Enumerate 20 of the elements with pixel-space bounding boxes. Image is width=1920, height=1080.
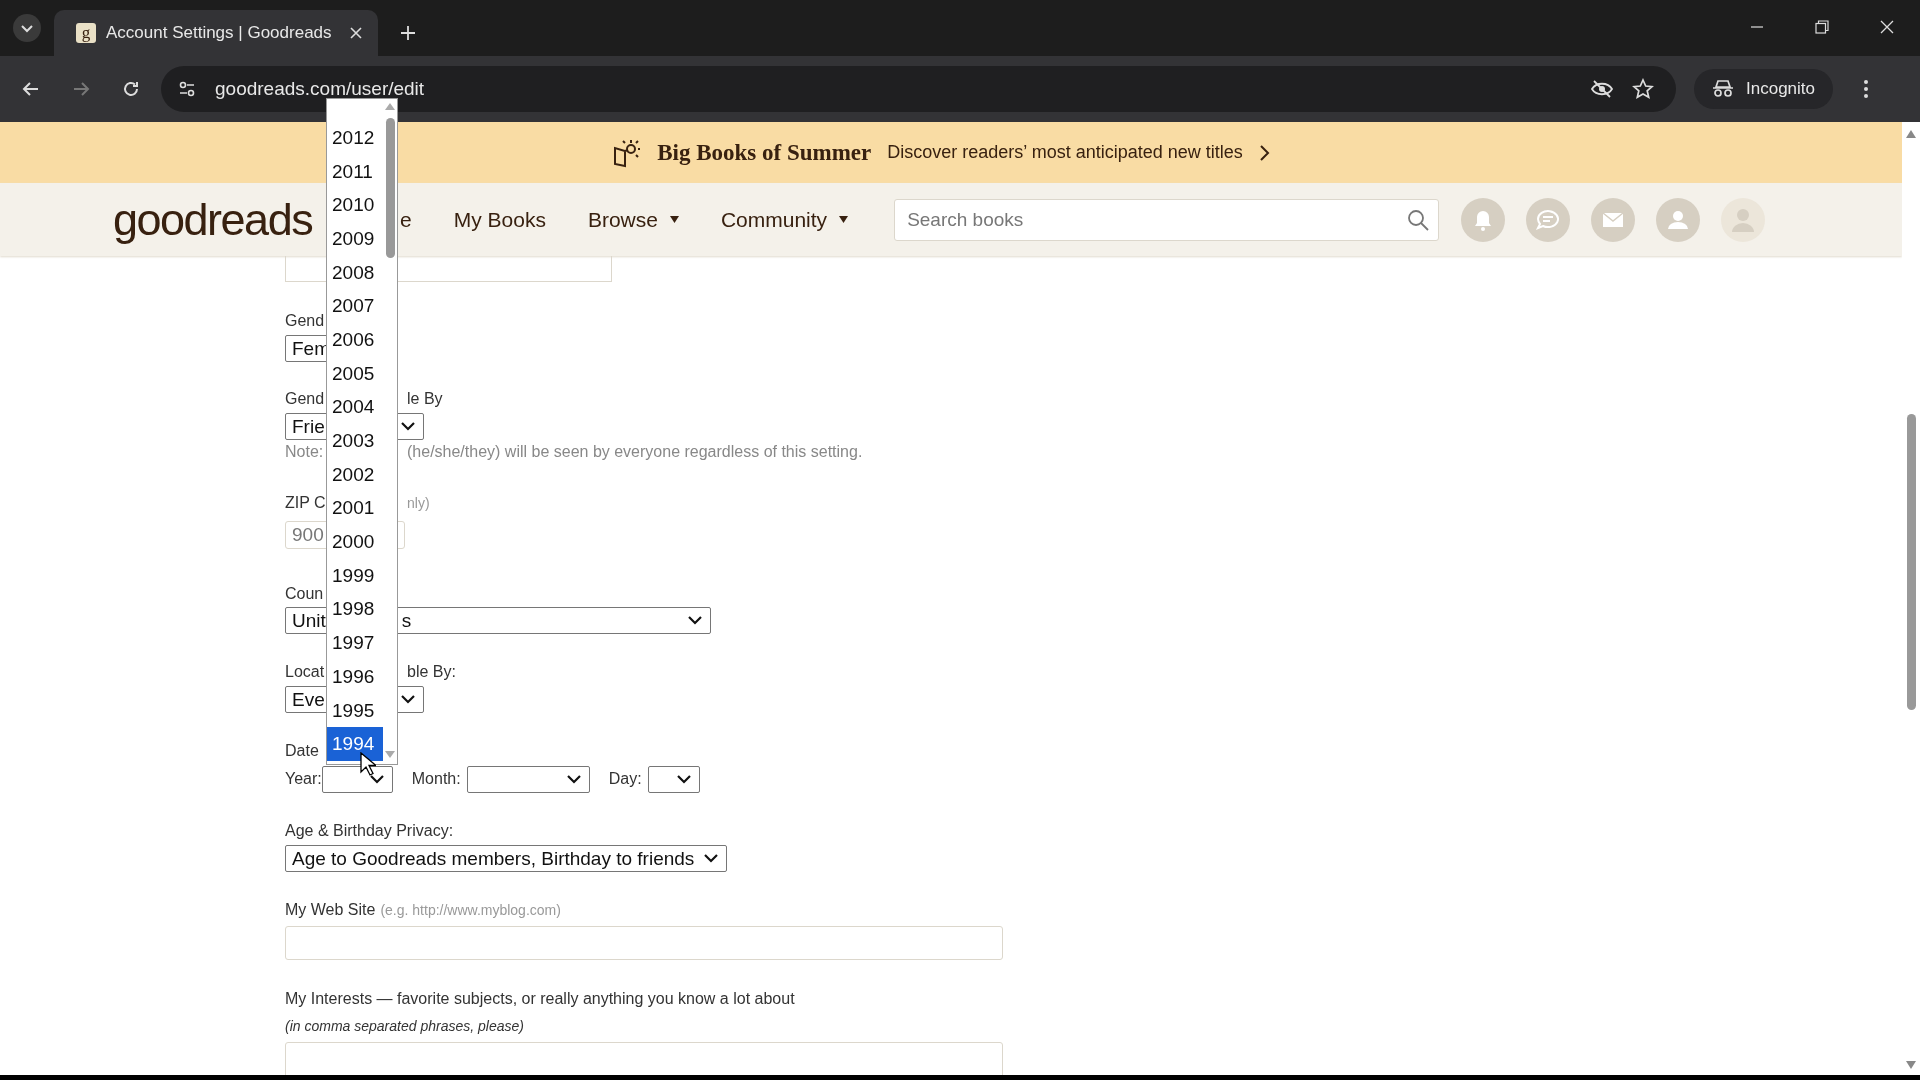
- field-label: Month:: [411, 769, 461, 789]
- field-label: le By: [407, 389, 443, 409]
- field-label: My Web Site: [285, 900, 376, 920]
- field-hint: (in comma separated phrases, please): [285, 1017, 524, 1035]
- field-label: My Interests — favorite subjects, or really anything you know a lot about: [285, 989, 795, 1009]
- field-label: Gend: [285, 311, 325, 331]
- field-label: Age & Birthday Privacy:: [285, 821, 454, 841]
- field-hint: (e.g. http://www.myblog.com): [380, 901, 561, 920]
- note-text: (he/she/they) will be seen by everyone regardless of this setting.: [407, 443, 863, 461]
- favicon: g: [76, 23, 96, 43]
- field-hint: nly): [407, 494, 430, 513]
- field-label: Locat: [285, 662, 325, 682]
- field-label: Gend: [285, 389, 325, 409]
- field-label: Coun: [285, 584, 324, 604]
- field-label: Year:: [285, 769, 322, 789]
- note-text: Note:: [285, 443, 324, 461]
- field-label: Day:: [608, 769, 642, 789]
- field-label: ble By:: [407, 662, 456, 682]
- field-label: Date: [285, 741, 319, 761]
- field-label: ZIP C: [285, 493, 326, 513]
